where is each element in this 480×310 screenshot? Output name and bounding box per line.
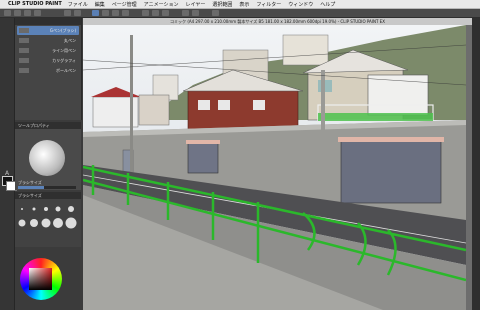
- move-layer-icon[interactable]: [2, 50, 12, 58]
- brush-size-slider[interactable]: [18, 186, 76, 189]
- app-menu[interactable]: CLIP STUDIO PAINT: [8, 1, 62, 7]
- menu-animation[interactable]: アニメーション: [144, 1, 179, 8]
- pen-stroke-icon: [19, 68, 29, 73]
- snap-icon[interactable]: [92, 10, 99, 16]
- auto-select-icon[interactable]: [2, 70, 12, 78]
- sub-tool-item[interactable]: ライン用ペン: [17, 46, 79, 55]
- fill-icon[interactable]: [162, 10, 169, 16]
- command-bar: [0, 9, 480, 18]
- menu-selection[interactable]: 選択範囲: [212, 1, 232, 8]
- brush-preview: [29, 140, 65, 176]
- fill-tool-icon[interactable]: [2, 160, 12, 168]
- menu-view[interactable]: 表示: [239, 1, 249, 8]
- zoom-icon[interactable]: [2, 20, 12, 28]
- special-ruler-snap-icon[interactable]: [112, 10, 119, 16]
- blend-icon[interactable]: [2, 150, 12, 158]
- canvas[interactable]: [83, 25, 466, 310]
- selection-tool-icon[interactable]: [2, 60, 12, 68]
- home-icon[interactable]: [4, 10, 11, 16]
- tool-property-header: ツールプロパティ: [15, 122, 81, 129]
- brush-size-presets[interactable]: [15, 199, 81, 247]
- sub-tool-item[interactable]: カリグラフィ: [17, 56, 79, 65]
- airbrush-icon[interactable]: [2, 120, 12, 128]
- tool-palette: A: [0, 18, 15, 310]
- transform-icon[interactable]: [142, 10, 149, 16]
- menu-help[interactable]: ヘルプ: [320, 1, 335, 8]
- menu-layer[interactable]: レイヤー: [185, 1, 205, 8]
- menu-window[interactable]: ウィンドウ: [288, 1, 313, 8]
- eyedropper-icon[interactable]: [2, 80, 12, 88]
- grid-snap-icon[interactable]: [122, 10, 129, 16]
- brush-icon[interactable]: [2, 110, 12, 118]
- pen-stroke-icon: [19, 48, 29, 53]
- brush-size-header: ブラシサイズ: [15, 192, 81, 199]
- pen-stroke-icon: [19, 28, 29, 33]
- sub-tool-item[interactable]: Gペン(ブラシ): [17, 26, 79, 35]
- menu-page[interactable]: ページ管理: [112, 1, 137, 8]
- eraser-icon[interactable]: [2, 140, 12, 148]
- redo-icon[interactable]: [74, 10, 81, 16]
- selection-icon[interactable]: [182, 10, 189, 16]
- sub-tool-item[interactable]: ボールペン: [17, 66, 79, 75]
- clear-icon[interactable]: [152, 10, 159, 16]
- ruler-snap-icon[interactable]: [102, 10, 109, 16]
- color-saturation-square[interactable]: [29, 268, 52, 290]
- menu-bar: CLIP STUDIO PAINT ファイル 編集 ページ管理 アニメーション …: [0, 0, 480, 9]
- sub-tool-panel: Gペン(ブラシ) 丸ペン ライン用ペン カリグラフィ ボールペン: [15, 18, 82, 120]
- street-illustration: [83, 25, 466, 310]
- right-dock: [472, 18, 480, 310]
- menu-edit[interactable]: 編集: [95, 1, 105, 8]
- menu-filter[interactable]: フィルター: [256, 1, 281, 8]
- decoration-icon[interactable]: [2, 130, 12, 138]
- canvas-window: コミック (A4 297.00 x 210.00mm 製本サイズ B5 181.…: [83, 18, 472, 310]
- deselect-icon[interactable]: [192, 10, 199, 16]
- sub-tool-header: [15, 18, 81, 25]
- pen-stroke-icon: [19, 58, 29, 63]
- move-icon[interactable]: [2, 30, 12, 38]
- pen-icon[interactable]: [2, 90, 12, 98]
- tool-property-panel: ツールプロパティ ブラシサイズ: [15, 122, 81, 190]
- sub-tool-item[interactable]: 丸ペン: [17, 36, 79, 45]
- pencil-icon[interactable]: [2, 100, 12, 108]
- open-icon[interactable]: [24, 10, 31, 16]
- operation-icon[interactable]: [2, 40, 12, 48]
- document-title: コミック (A4 297.00 x 210.00mm 製本サイズ B5 181.…: [83, 18, 472, 25]
- save-icon[interactable]: [34, 10, 41, 16]
- undo-icon[interactable]: [64, 10, 71, 16]
- brush-size-panel: ブラシサイズ: [15, 192, 81, 247]
- new-file-icon[interactable]: [14, 10, 21, 16]
- menu-file[interactable]: ファイル: [68, 1, 88, 8]
- pen-stroke-icon: [19, 38, 29, 43]
- preview-icon[interactable]: [212, 10, 219, 16]
